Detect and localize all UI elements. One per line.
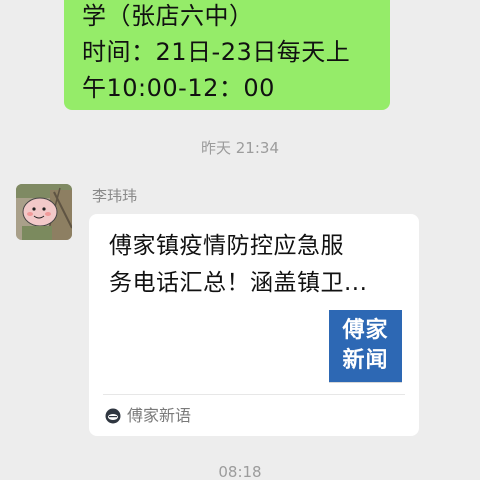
cartoon-avatar-icon (16, 184, 72, 240)
article-title: 傅家镇疫情防控应急服 务电话汇总！涵盖镇卫... (109, 228, 409, 302)
outgoing-message-bubble[interactable]: 学（张店六中） 时间：21日-23日每天上 午10:00-12：00 (64, 0, 390, 110)
thumbnail-text: 新闻 (342, 348, 389, 373)
chat-screen: 学（张店六中） 时间：21日-23日每天上 午10:00-12：00 昨天 21… (0, 0, 480, 480)
message-line: 学（张店六中） (82, 2, 254, 30)
title-line: 傅家镇疫情防控应急服 (109, 233, 344, 259)
shared-article-card[interactable]: 傅家镇疫情防控应急服 务电话汇总！涵盖镇卫... 傅家 新闻 傅家新语 (89, 214, 419, 436)
title-line: 务电话汇总！涵盖镇卫... (109, 270, 368, 296)
message-line: 时间：21日-23日每天上 (82, 38, 351, 66)
card-divider (103, 394, 405, 395)
sender-name: 李玮玮 (92, 187, 138, 205)
message-line: 午10:00-12：00 (82, 74, 275, 102)
article-thumbnail: 傅家 新闻 (329, 310, 402, 383)
sender-avatar[interactable] (16, 184, 72, 240)
timestamp: 昨天 21:34 (201, 139, 279, 157)
article-source[interactable]: 傅家新语 (105, 405, 191, 427)
thumbnail-text: 傅家 (342, 318, 389, 343)
thumbnail-bar (329, 382, 402, 383)
official-account-icon (105, 408, 121, 424)
timestamp: 08:18 (218, 463, 262, 480)
source-name: 傅家新语 (127, 406, 192, 425)
